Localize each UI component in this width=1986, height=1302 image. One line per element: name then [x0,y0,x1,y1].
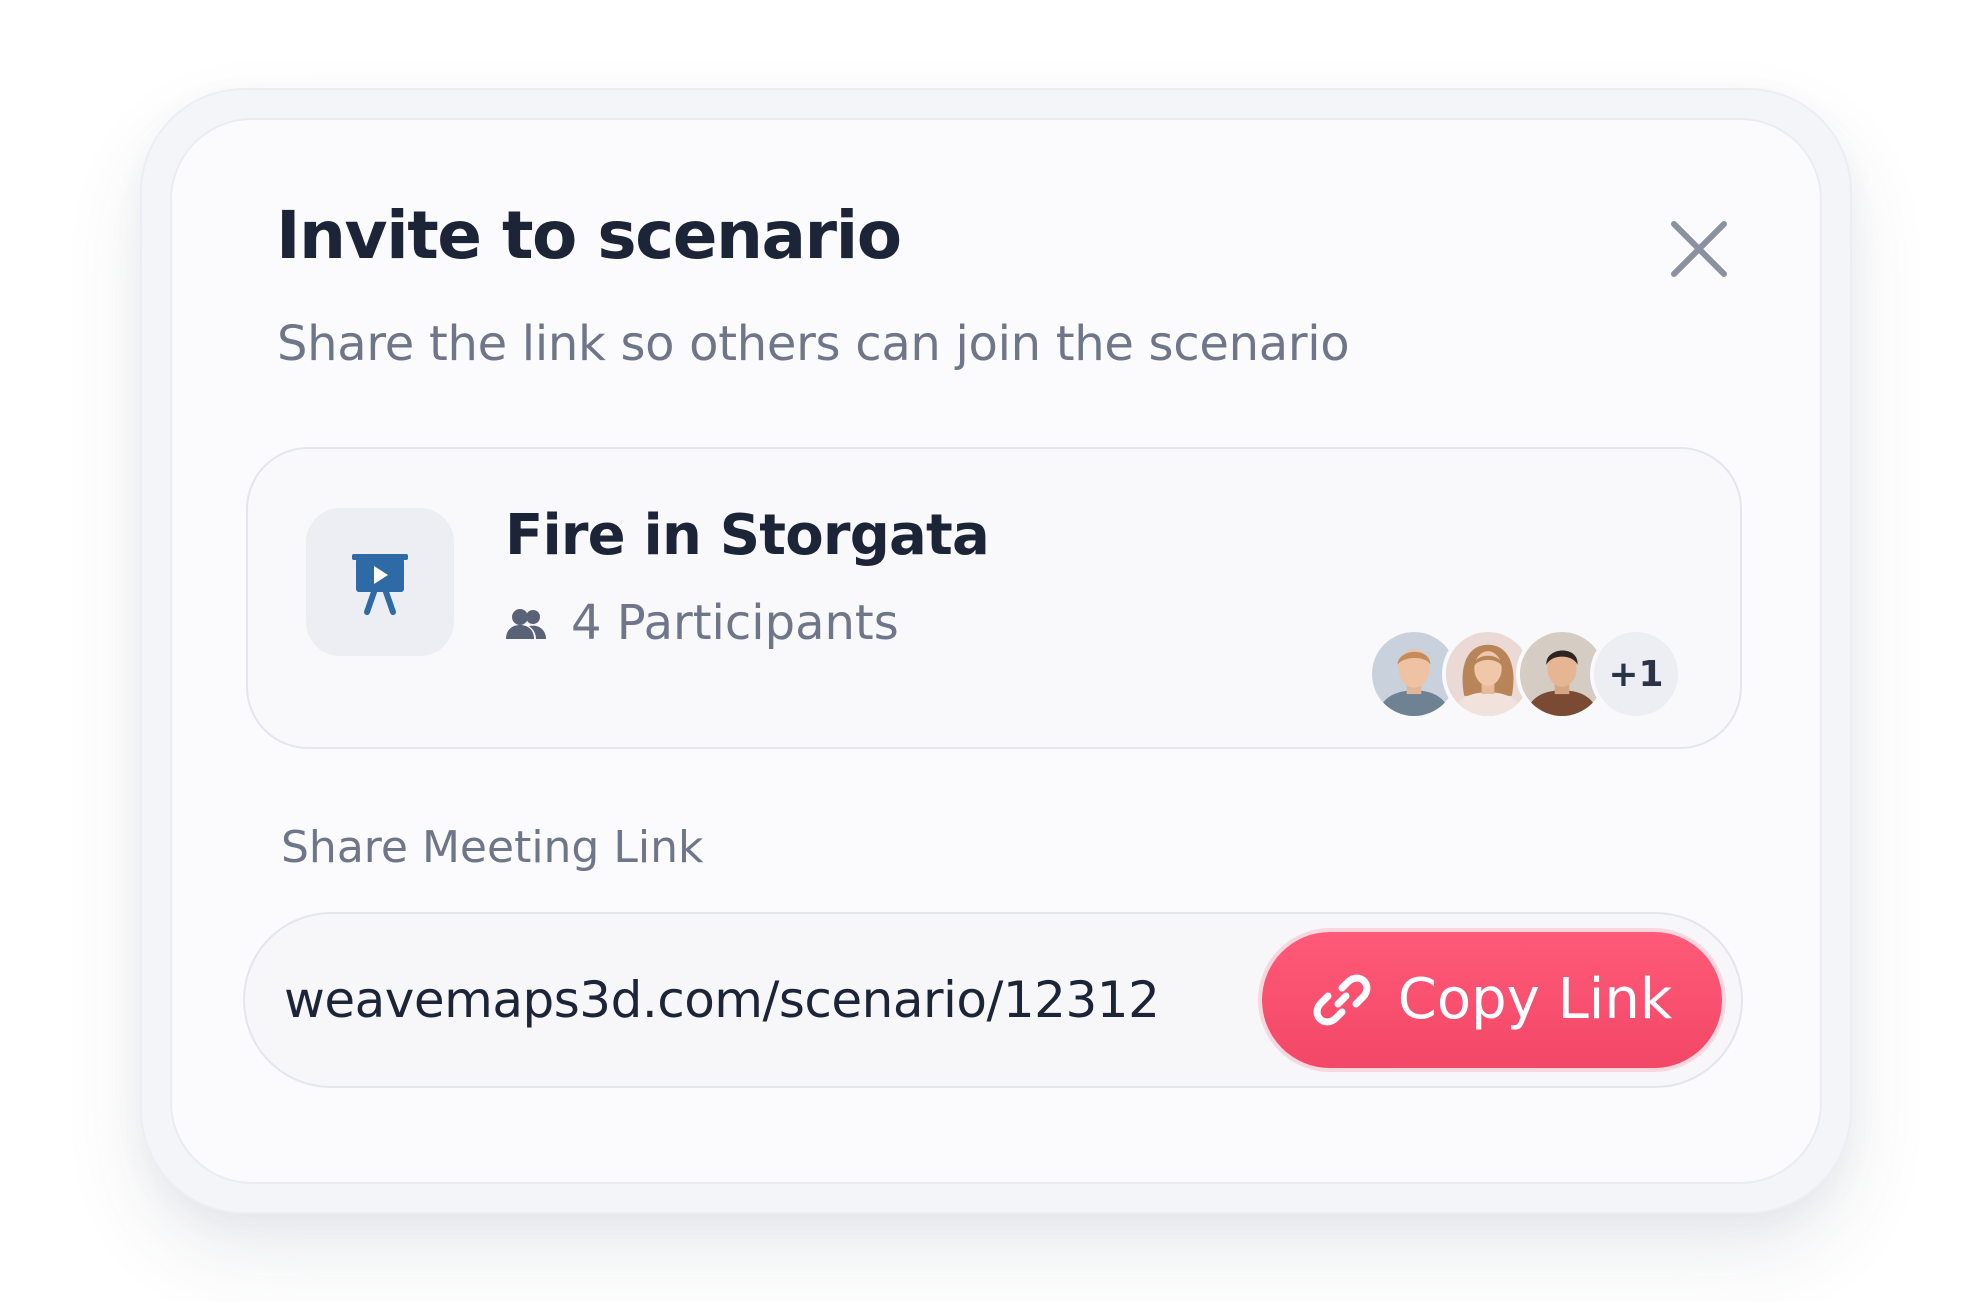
copy-link-label: Copy Link [1397,967,1673,1033]
scenario-name: Fire in Storgata [505,503,990,568]
participants-row: 4 Participants [505,594,899,654]
participants-count: 4 Participants [571,595,899,652]
more-participants-badge[interactable]: +1 [1590,628,1682,720]
dialog-title: Invite to scenario [276,197,902,274]
link-icon [1313,974,1371,1026]
presentation-play-icon [352,554,408,615]
dialog-subtitle: Share the link so others can join the sc… [277,316,1350,372]
scenario-icon-container [306,508,454,656]
users-icon [506,609,546,639]
close-icon [1671,221,1727,277]
share-link-label: Share Meeting Link [281,822,704,873]
share-link-url[interactable]: weavemaps3d.com/scenario/12312 [284,970,1160,1030]
copy-link-button[interactable]: Copy Link [1262,932,1722,1068]
close-button[interactable] [1664,214,1734,284]
